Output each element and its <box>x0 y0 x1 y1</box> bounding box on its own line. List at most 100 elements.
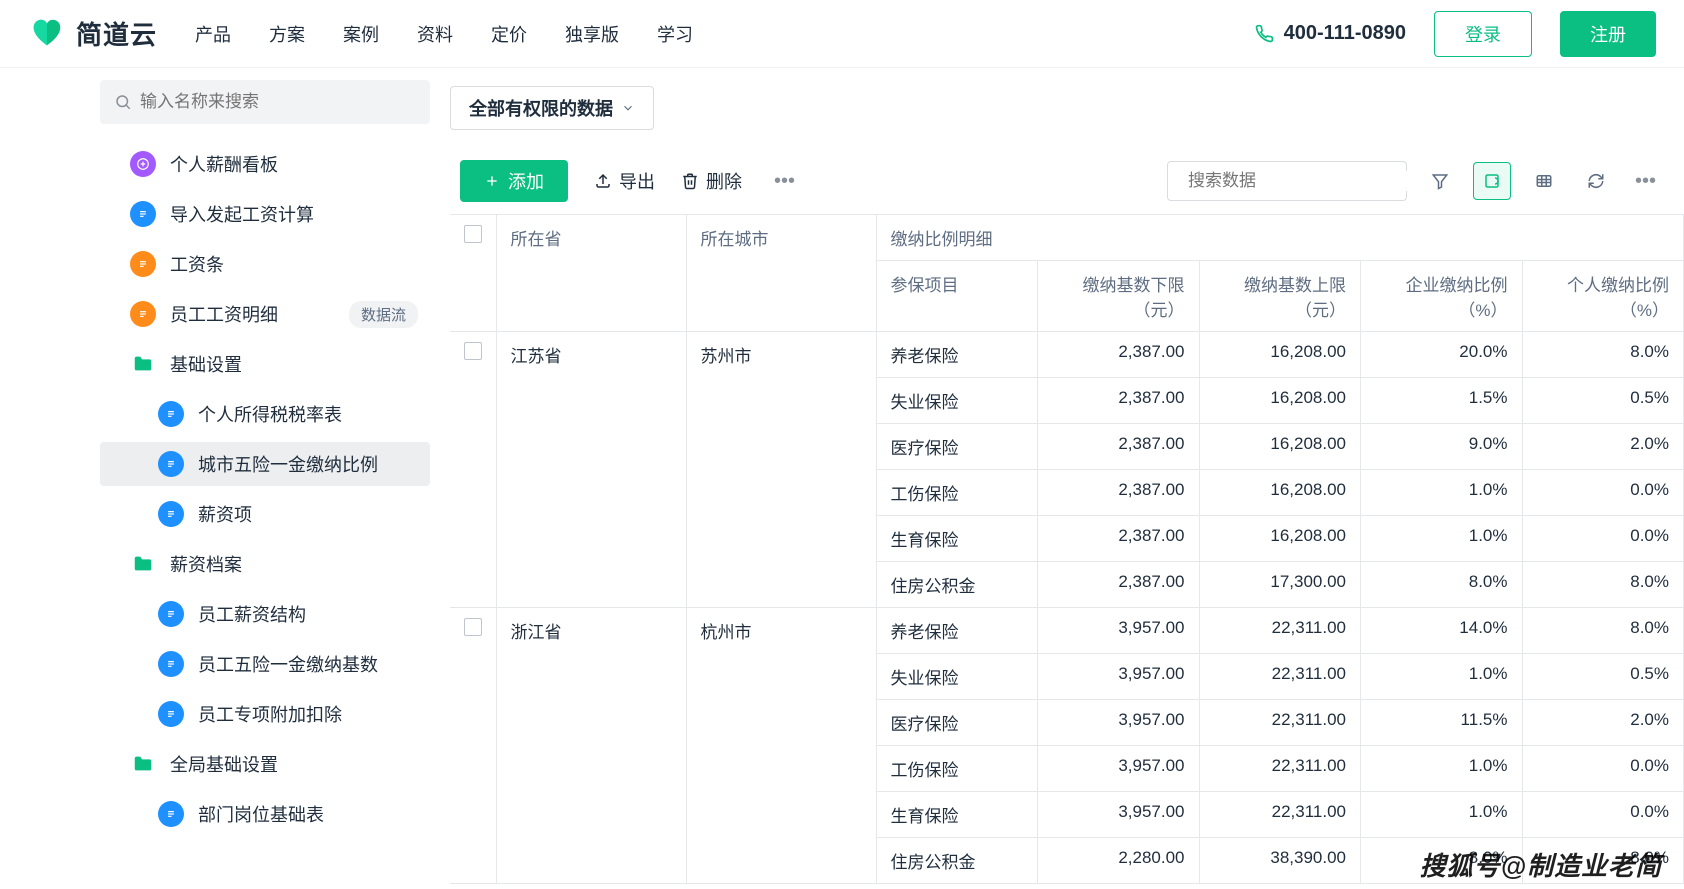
cell-item: 养老保险 <box>876 608 1038 654</box>
sidebar-folder[interactable]: 基础设置 <box>100 342 430 386</box>
register-button[interactable]: 注册 <box>1560 11 1656 57</box>
sidebar-item-label: 全局基础设置 <box>170 751 278 777</box>
add-button[interactable]: 添加 <box>460 160 568 202</box>
data-search[interactable] <box>1167 161 1407 201</box>
cell-corp-pct: 14.0% <box>1361 608 1523 654</box>
sidebar-item[interactable]: 导入发起工资计算 <box>100 192 430 236</box>
cell-base-min: 2,387.00 <box>1038 378 1200 424</box>
login-button[interactable]: 登录 <box>1434 11 1532 57</box>
table-row[interactable]: 江苏省苏州市养老保险2,387.0016,208.0020.0%8.0% <box>450 332 1684 378</box>
main-area: 全部有权限的数据 添加 导出 删除 ••• <box>440 68 1684 889</box>
sidebar-search-input[interactable] <box>140 92 416 112</box>
sidebar-item[interactable]: 员工五险一金缴纳基数 <box>100 642 430 686</box>
nav-item[interactable]: 案例 <box>343 21 379 47</box>
data-search-input[interactable] <box>1188 171 1409 191</box>
export-button[interactable]: 导出 <box>594 168 655 194</box>
cell-base-min: 2,387.00 <box>1038 516 1200 562</box>
cell-pers-pct: 8.0% <box>1522 838 1684 884</box>
export-label: 导出 <box>619 168 655 194</box>
logo-icon <box>28 15 66 53</box>
logo[interactable]: 简道云 <box>28 15 157 53</box>
cell-base-max: 16,208.00 <box>1199 470 1361 516</box>
cell-base-max: 22,311.00 <box>1199 700 1361 746</box>
sidebar-item[interactable]: 员工工资明细数据流 <box>100 292 430 336</box>
filter-icon[interactable] <box>1421 162 1459 200</box>
nav-item[interactable]: 方案 <box>269 21 305 47</box>
cell-corp-pct: 1.0% <box>1361 654 1523 700</box>
toolbar: 添加 导出 删除 ••• ••• <box>450 150 1684 214</box>
cell-base-min: 3,957.00 <box>1038 654 1200 700</box>
header-pers-pct[interactable]: 个人缴纳比例（%） <box>1522 261 1684 332</box>
cell-pers-pct: 2.0% <box>1522 424 1684 470</box>
sidebar-item-label: 员工五险一金缴纳基数 <box>198 651 378 677</box>
sidebar-item[interactable]: 薪资项 <box>100 492 430 536</box>
header-checkbox[interactable] <box>450 215 496 332</box>
header-item[interactable]: 参保项目 <box>876 261 1038 332</box>
cell-base-min: 2,387.00 <box>1038 424 1200 470</box>
sidebar-item[interactable]: 员工专项附加扣除 <box>100 692 430 736</box>
sidebar-item[interactable]: 个人所得税税率表 <box>100 392 430 436</box>
header-corp-pct[interactable]: 企业缴纳比例（%） <box>1361 261 1523 332</box>
phone-icon <box>1254 24 1274 44</box>
nav-items: 产品 方案 案例 资料 定价 独享版 学习 <box>195 21 693 47</box>
brand-name: 简道云 <box>76 15 157 52</box>
view-card-icon[interactable] <box>1473 162 1511 200</box>
cell-base-max: 16,208.00 <box>1199 516 1361 562</box>
cell-pers-pct: 8.0% <box>1522 332 1684 378</box>
phone[interactable]: 400-111-0890 <box>1254 22 1406 45</box>
more-icon[interactable]: ••• <box>1629 170 1662 193</box>
add-label: 添加 <box>508 168 544 194</box>
scope-label: 全部有权限的数据 <box>469 95 613 121</box>
row-checkbox[interactable] <box>450 608 496 884</box>
cell-item: 住房公积金 <box>876 838 1038 884</box>
more-icon[interactable]: ••• <box>768 170 801 193</box>
nav-item[interactable]: 产品 <box>195 21 231 47</box>
row-checkbox[interactable] <box>450 332 496 608</box>
delete-button[interactable]: 删除 <box>681 168 742 194</box>
sidebar-item[interactable]: 员工薪资结构 <box>100 592 430 636</box>
header-city[interactable]: 所在城市 <box>686 215 876 332</box>
cell-base-max: 17,300.00 <box>1199 562 1361 608</box>
cell-item: 工伤保险 <box>876 470 1038 516</box>
header-base-min[interactable]: 缴纳基数下限（元） <box>1038 261 1200 332</box>
header-group: 缴纳比例明细 <box>876 215 1684 261</box>
sidebar-folder[interactable]: 薪资档案 <box>100 542 430 586</box>
header-province[interactable]: 所在省 <box>496 215 686 332</box>
sidebar-item[interactable]: 部门岗位基础表 <box>100 792 430 836</box>
sidebar-folder[interactable]: 全局基础设置 <box>100 742 430 786</box>
data-table: 所在省 所在城市 缴纳比例明细 参保项目 缴纳基数下限（元） 缴纳基数上限（元）… <box>450 214 1684 889</box>
sidebar-item[interactable]: 个人薪酬看板 <box>100 142 430 186</box>
nav-item[interactable]: 独享版 <box>565 21 619 47</box>
scope-dropdown[interactable]: 全部有权限的数据 <box>450 86 654 130</box>
sidebar-search[interactable] <box>100 80 430 124</box>
cell-corp-pct: 11.5% <box>1361 700 1523 746</box>
nav-item[interactable]: 学习 <box>657 21 693 47</box>
cell-item: 失业保险 <box>876 654 1038 700</box>
top-nav: 简道云 产品 方案 案例 资料 定价 独享版 学习 400-111-0890 登… <box>0 0 1684 68</box>
nav-item[interactable]: 资料 <box>417 21 453 47</box>
refresh-icon[interactable] <box>1577 162 1615 200</box>
cell-item: 养老保险 <box>876 332 1038 378</box>
sidebar-item[interactable]: 工资条 <box>100 242 430 286</box>
cell-item: 医疗保险 <box>876 424 1038 470</box>
cell-item: 工伤保险 <box>876 746 1038 792</box>
cell-corp-pct: 20.0% <box>1361 332 1523 378</box>
cell-pers-pct: 0.0% <box>1522 746 1684 792</box>
plus-icon <box>484 173 500 189</box>
cell-corp-pct: 1.5% <box>1361 378 1523 424</box>
cell-base-max: 22,311.00 <box>1199 608 1361 654</box>
nav-item[interactable]: 定价 <box>491 21 527 47</box>
chevron-down-icon <box>621 101 635 115</box>
cell-base-min: 3,957.00 <box>1038 608 1200 654</box>
cell-pers-pct: 8.0% <box>1522 608 1684 654</box>
header-base-max[interactable]: 缴纳基数上限（元） <box>1199 261 1361 332</box>
sidebar-item-label: 个人所得税税率表 <box>198 401 342 427</box>
cell-city: 杭州市 <box>686 608 876 884</box>
cell-province: 浙江省 <box>496 608 686 884</box>
cell-base-min: 3,957.00 <box>1038 746 1200 792</box>
export-icon <box>594 172 612 190</box>
table-row[interactable]: 浙江省杭州市养老保险3,957.0022,311.0014.0%8.0% <box>450 608 1684 654</box>
view-table-icon[interactable] <box>1525 162 1563 200</box>
sidebar-item-label: 员工薪资结构 <box>198 601 306 627</box>
sidebar-item[interactable]: 城市五险一金缴纳比例 <box>100 442 430 486</box>
